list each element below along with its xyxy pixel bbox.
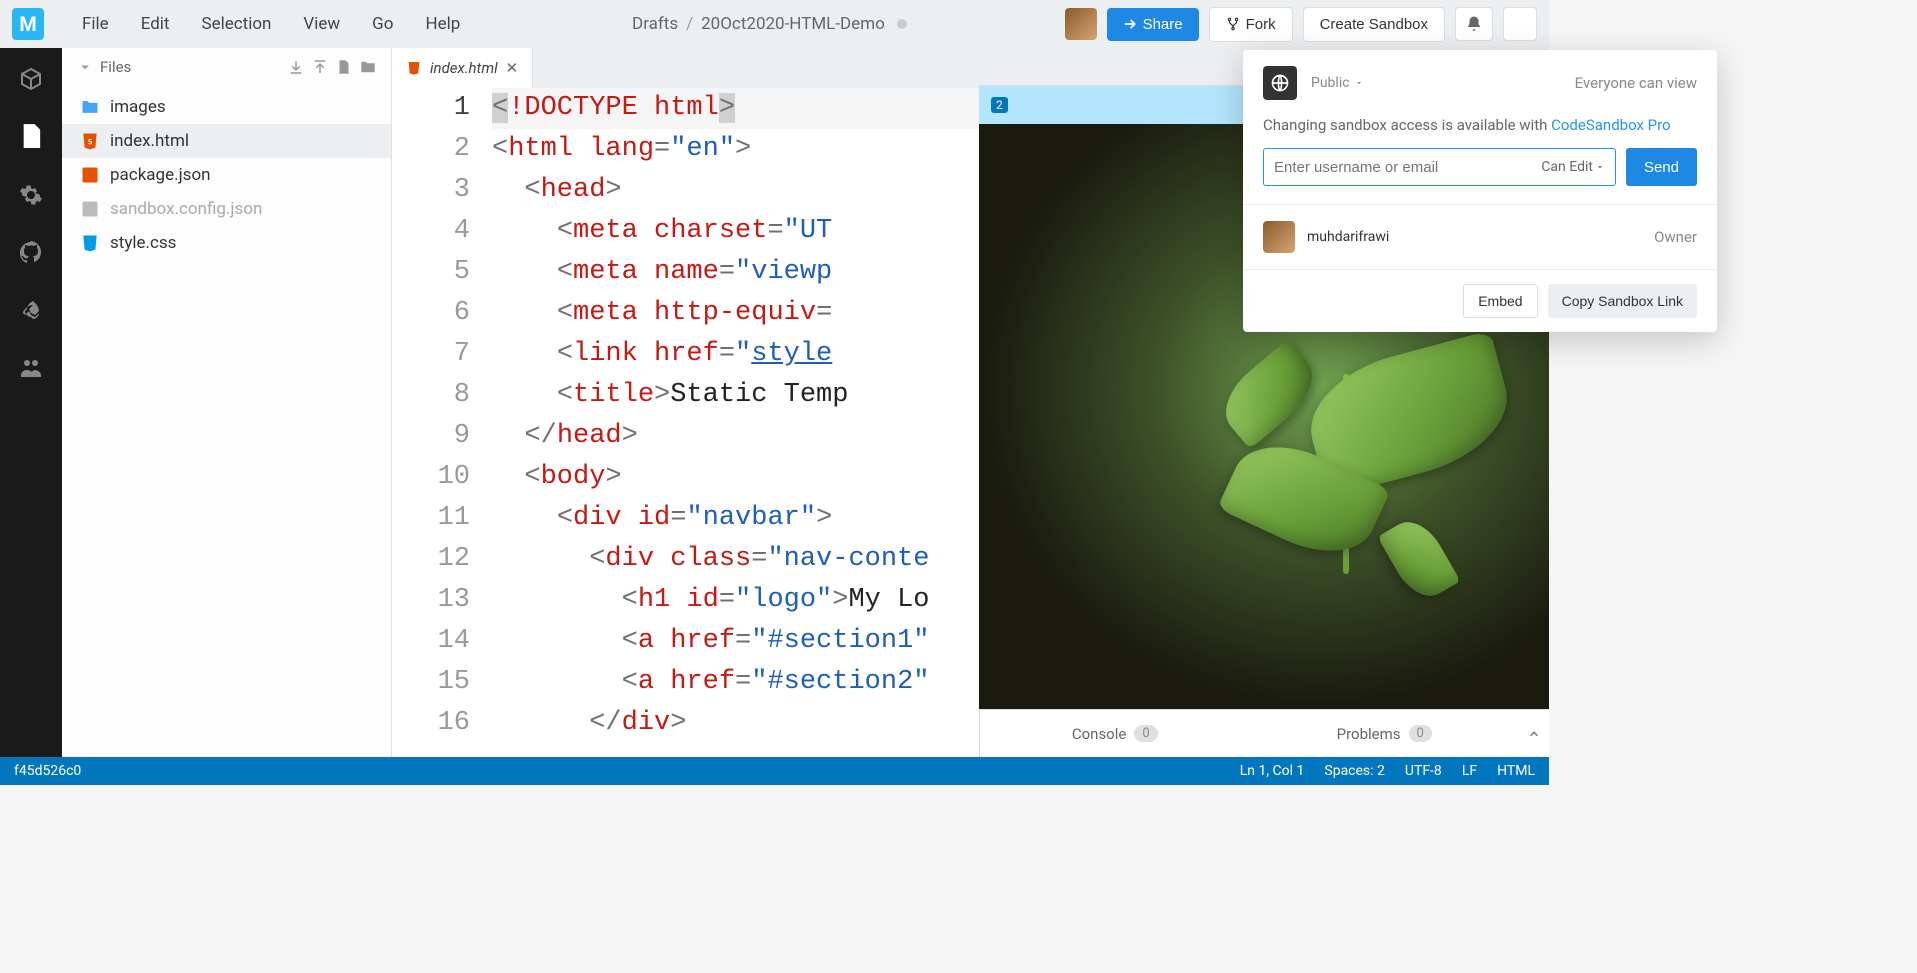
send-invite-button[interactable]: Send bbox=[1626, 148, 1697, 186]
chevron-down-icon bbox=[1595, 162, 1605, 172]
html-file-icon: 5 bbox=[80, 131, 100, 151]
download-icon[interactable] bbox=[287, 58, 305, 76]
console-count-badge: 0 bbox=[1134, 725, 1157, 742]
member-role: Owner bbox=[1654, 228, 1697, 246]
share-arrow-icon bbox=[1123, 17, 1137, 31]
folder-icon bbox=[80, 97, 100, 117]
copy-link-button[interactable]: Copy Sandbox Link bbox=[1548, 284, 1697, 318]
activity-live-icon[interactable] bbox=[18, 356, 44, 382]
member-avatar bbox=[1263, 221, 1295, 253]
globe-icon bbox=[1263, 66, 1297, 100]
tab-close-icon[interactable]: ✕ bbox=[506, 59, 519, 77]
app-logo[interactable]: M bbox=[12, 8, 44, 40]
file-explorer: Files images 5 index.html package. bbox=[62, 48, 392, 757]
html-file-icon bbox=[406, 60, 422, 76]
tab-index-html[interactable]: index.html ✕ bbox=[392, 48, 533, 88]
file-row-folder[interactable]: images bbox=[62, 90, 391, 124]
chevron-down-icon bbox=[1354, 78, 1364, 88]
status-eol[interactable]: LF bbox=[1462, 763, 1477, 779]
status-bar: f45d526c0 Ln 1, Col 1 Spaces: 2 UTF-8 LF… bbox=[0, 757, 1549, 785]
notifications-button[interactable] bbox=[1455, 7, 1493, 41]
menu-view[interactable]: View bbox=[289, 8, 354, 40]
config-file-icon bbox=[80, 199, 100, 219]
status-encoding[interactable]: UTF-8 bbox=[1405, 763, 1442, 779]
activity-settings-icon[interactable] bbox=[18, 182, 44, 208]
file-row-json[interactable]: package.json bbox=[62, 158, 391, 192]
status-commit[interactable]: f45d526c0 bbox=[14, 763, 81, 779]
menubar: M File Edit Selection View Go Help Draft… bbox=[0, 0, 1549, 48]
share-button[interactable]: Share bbox=[1107, 8, 1199, 41]
visibility-description: Everyone can view bbox=[1575, 74, 1697, 92]
panel-toggle-button[interactable] bbox=[1519, 727, 1549, 741]
problems-tab[interactable]: Problems 0 bbox=[1250, 725, 1520, 743]
tab-bar: index.html ✕ bbox=[392, 48, 979, 88]
file-name: package.json bbox=[110, 165, 211, 185]
visibility-dropdown[interactable]: Public bbox=[1311, 75, 1364, 91]
file-name: images bbox=[110, 97, 166, 117]
tab-label: index.html bbox=[430, 59, 498, 77]
activity-cube-icon[interactable] bbox=[18, 66, 44, 92]
file-explorer-title: Files bbox=[100, 58, 131, 76]
status-spaces[interactable]: Spaces: 2 bbox=[1324, 763, 1385, 779]
share-popover: Public Everyone can view Changing sandbo… bbox=[1243, 50, 1717, 332]
menu-file[interactable]: File bbox=[68, 8, 123, 40]
invite-input-wrap[interactable]: Can Edit bbox=[1263, 148, 1616, 186]
preview-bottom-tabs: Console 0 Problems 0 bbox=[979, 709, 1549, 757]
header-extra-button[interactable] bbox=[1503, 7, 1537, 41]
console-tab[interactable]: Console 0 bbox=[980, 725, 1250, 743]
file-name: style.css bbox=[110, 233, 176, 253]
activity-github-icon[interactable] bbox=[18, 240, 44, 266]
breadcrumb-sep: / bbox=[686, 14, 693, 34]
visibility-dot-icon bbox=[897, 19, 907, 29]
menu-help[interactable]: Help bbox=[411, 8, 474, 40]
code-editor[interactable]: 12345678910111213141516 <!DOCTYPE html> … bbox=[392, 88, 979, 757]
fork-button[interactable]: Fork bbox=[1209, 7, 1293, 42]
editor: index.html ✕ 12345678910111213141516 <!D… bbox=[392, 48, 979, 757]
menu-selection[interactable]: Selection bbox=[187, 8, 285, 40]
fork-icon bbox=[1226, 17, 1240, 31]
preview-image bbox=[1139, 304, 1519, 604]
activity-file-icon[interactable] bbox=[18, 124, 44, 150]
status-language[interactable]: HTML bbox=[1497, 763, 1535, 779]
preview-badge: 2 bbox=[991, 97, 1008, 113]
share-note: Changing sandbox access is available wit… bbox=[1243, 116, 1717, 148]
file-name: index.html bbox=[110, 131, 189, 151]
breadcrumb-name[interactable]: 20Oct2020-HTML-Demo bbox=[701, 14, 885, 34]
invite-input[interactable] bbox=[1274, 159, 1541, 176]
file-row-config[interactable]: sandbox.config.json bbox=[62, 192, 391, 226]
bell-icon bbox=[1465, 15, 1483, 33]
chevron-up-icon bbox=[1527, 727, 1541, 741]
codesandbox-pro-link[interactable]: CodeSandbox Pro bbox=[1551, 116, 1670, 134]
json-file-icon bbox=[80, 165, 100, 185]
activity-rocket-icon[interactable] bbox=[18, 298, 44, 324]
problems-count-badge: 0 bbox=[1409, 725, 1432, 742]
chevron-down-icon[interactable] bbox=[76, 58, 94, 76]
new-folder-icon[interactable] bbox=[359, 58, 377, 76]
activity-bar bbox=[0, 48, 62, 757]
breadcrumb[interactable]: Drafts / 20Oct2020-HTML-Demo bbox=[632, 14, 907, 34]
embed-button[interactable]: Embed bbox=[1463, 284, 1537, 318]
upload-icon[interactable] bbox=[311, 58, 329, 76]
code-content[interactable]: <!DOCTYPE html> <html lang="en"> <head> … bbox=[492, 88, 979, 757]
menu-go[interactable]: Go bbox=[358, 8, 407, 40]
member-name: muhdarifrawi bbox=[1307, 229, 1389, 245]
new-file-icon[interactable] bbox=[335, 58, 353, 76]
breadcrumb-root[interactable]: Drafts bbox=[632, 14, 678, 34]
status-cursor-pos[interactable]: Ln 1, Col 1 bbox=[1240, 763, 1305, 779]
menu-edit[interactable]: Edit bbox=[127, 8, 184, 40]
member-row: muhdarifrawi Owner bbox=[1263, 221, 1697, 253]
svg-text:5: 5 bbox=[88, 137, 92, 146]
file-row-css[interactable]: style.css bbox=[62, 226, 391, 260]
line-gutter: 12345678910111213141516 bbox=[392, 88, 492, 757]
create-sandbox-button[interactable]: Create Sandbox bbox=[1303, 7, 1445, 42]
permission-dropdown[interactable]: Can Edit bbox=[1541, 159, 1605, 175]
user-avatar[interactable] bbox=[1065, 8, 1097, 40]
file-row-html[interactable]: 5 index.html bbox=[62, 124, 391, 158]
file-name: sandbox.config.json bbox=[110, 199, 262, 219]
css-file-icon bbox=[80, 233, 100, 253]
